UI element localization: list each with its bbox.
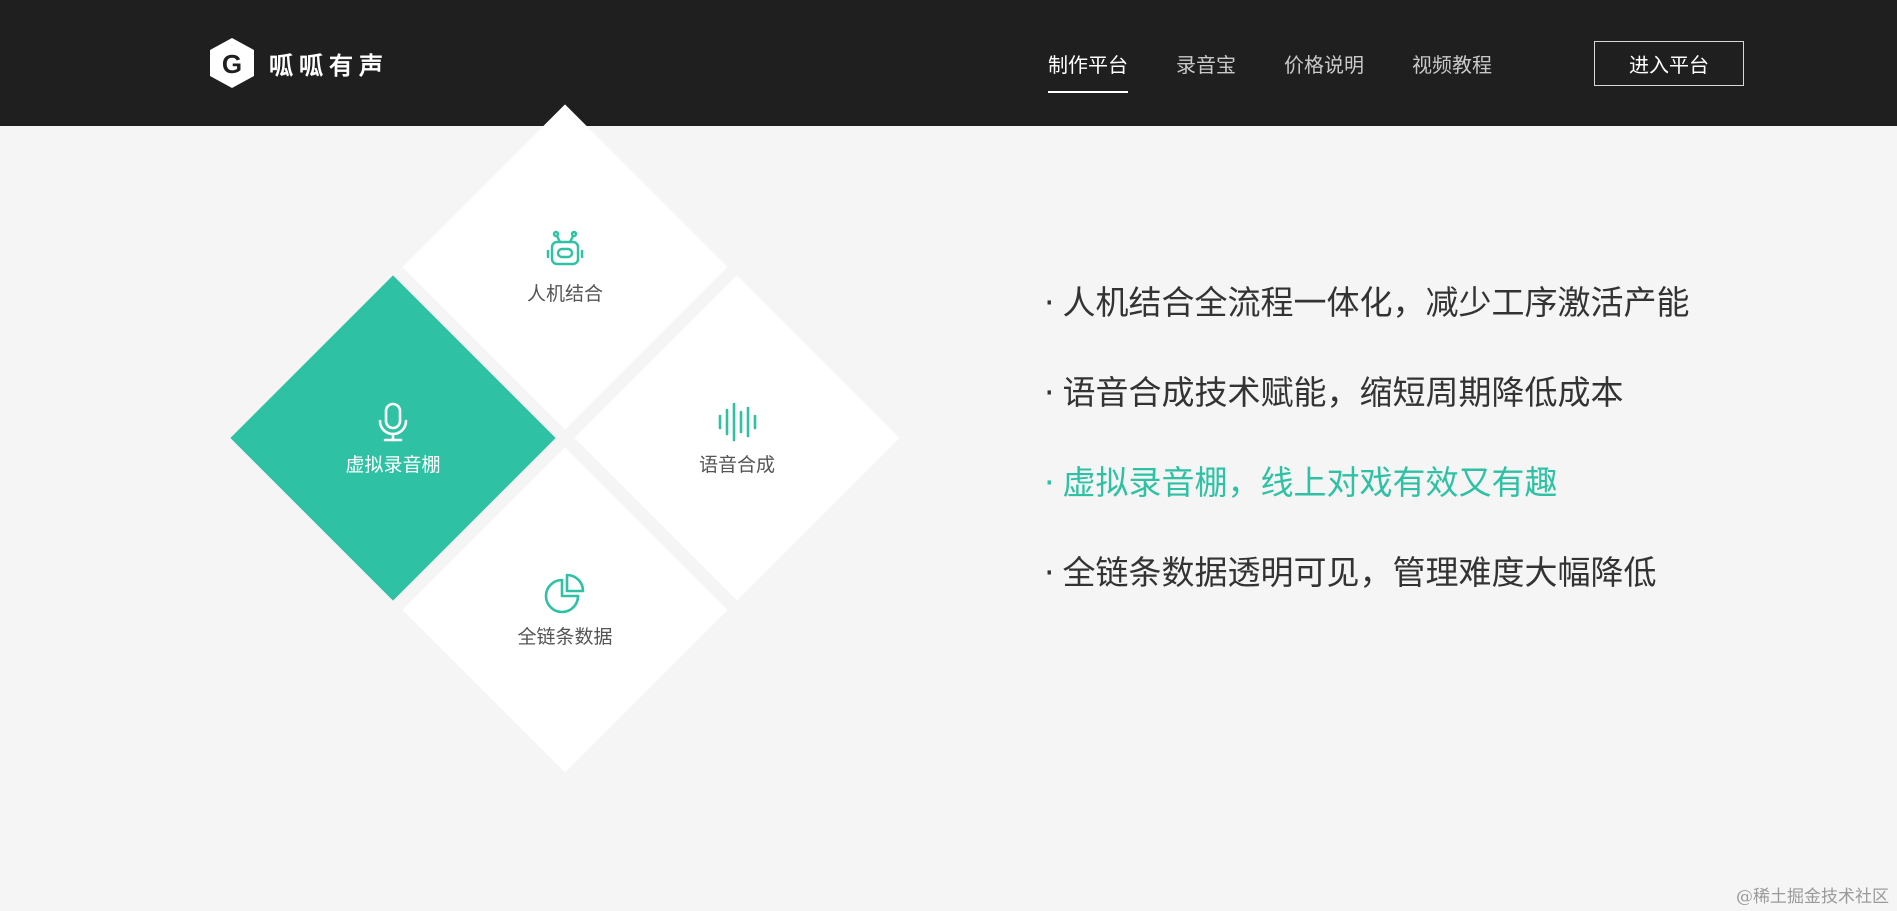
watermark: @稀土掘金技术社区: [1736, 887, 1889, 907]
logo-icon: G: [210, 38, 254, 88]
diamond-label-speech-synthesis: 语音合成: [698, 453, 775, 476]
diamond-label-human-machine: 人机结合: [526, 282, 603, 305]
sound-wave-icon: [718, 402, 757, 441]
brand-logo[interactable]: G 呱呱有声: [207, 36, 389, 90]
nav-item-production-platform[interactable]: 制作平台: [1048, 49, 1128, 93]
feature-item-full-chain-data[interactable]: · 全链条数据透明可见，管理难度大幅降低: [1044, 540, 1690, 630]
bullet: ·: [1044, 283, 1055, 322]
feature-item-speech-synthesis[interactable]: · 语音合成技术赋能，缩短周期降低成本: [1044, 360, 1690, 450]
microphone-icon: [378, 402, 408, 441]
feature-text: 虚拟录音棚，线上对戏有效又有趣: [1062, 463, 1558, 502]
diamond-label-virtual-studio: 虚拟录音棚: [345, 453, 441, 476]
feature-item-virtual-studio[interactable]: · 虚拟录音棚，线上对戏有效又有趣: [1044, 450, 1690, 540]
main-nav: 制作平台 录音宝 价格说明 视频教程: [1048, 0, 1540, 126]
top-header: G 呱呱有声 制作平台 录音宝 价格说明 视频教程 进入平台: [0, 0, 1897, 126]
diamond-label-full-chain-data: 全链条数据: [517, 625, 613, 648]
diamond-full-chain-data[interactable]: 全链条数据: [402, 447, 728, 773]
nav-item-video-tutorials[interactable]: 视频教程: [1412, 49, 1492, 78]
nav-item-pricing[interactable]: 价格说明: [1284, 49, 1364, 78]
brand-name: 呱呱有声: [269, 51, 389, 80]
feature-text: 语音合成技术赋能，缩短周期降低成本: [1062, 373, 1624, 412]
logo-letter: G: [222, 49, 242, 79]
bullet: ·: [1044, 463, 1055, 502]
feature-list: · 人机结合全流程一体化，减少工序激活产能 · 语音合成技术赋能，缩短周期降低成本 …: [1044, 270, 1690, 630]
feature-item-human-machine[interactable]: · 人机结合全流程一体化，减少工序激活产能: [1044, 270, 1690, 360]
nav-item-recorder[interactable]: 录音宝: [1176, 49, 1236, 78]
bullet: ·: [1044, 553, 1055, 592]
feature-text: 人机结合全流程一体化，减少工序激活产能: [1062, 283, 1690, 322]
feature-text: 全链条数据透明可见，管理难度大幅降低: [1062, 553, 1657, 592]
pie-chart-icon: [544, 573, 585, 613]
enter-platform-button[interactable]: 进入平台: [1594, 41, 1744, 86]
robot-icon: [546, 230, 584, 265]
bullet: ·: [1044, 373, 1055, 412]
